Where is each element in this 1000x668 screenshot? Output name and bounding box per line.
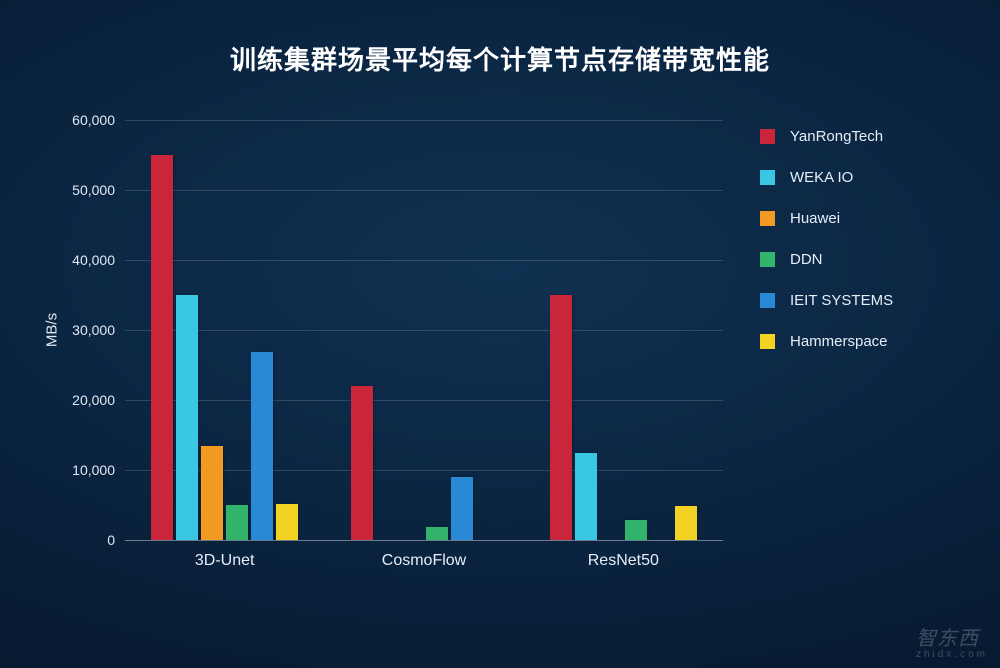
bar: [151, 155, 173, 540]
x-tick-label: 3D-Unet: [195, 552, 255, 570]
chart-plot-area: 010,00020,00030,00040,00050,00060,000 MB…: [125, 120, 723, 540]
grid-line: [125, 330, 723, 331]
y-tick-label: 50,000: [55, 182, 115, 198]
legend-item: YanRongTech: [760, 128, 893, 145]
bar: [451, 477, 473, 540]
legend-label: DDN: [790, 251, 823, 268]
y-tick-label: 60,000: [55, 112, 115, 128]
legend-label: WEKA IO: [790, 169, 853, 186]
bar: [201, 446, 223, 541]
y-tick-label: 0: [55, 532, 115, 548]
bar: [251, 352, 273, 540]
bar: [226, 505, 248, 540]
bar: [176, 295, 198, 540]
y-tick-label: 20,000: [55, 392, 115, 408]
legend-swatch: [760, 211, 775, 226]
legend-swatch: [760, 334, 775, 349]
y-axis-label: MB/s: [44, 313, 61, 347]
y-tick-label: 30,000: [55, 322, 115, 338]
grid-line: [125, 190, 723, 191]
bar: [426, 527, 448, 540]
legend-label: Huawei: [790, 210, 840, 227]
legend-swatch: [760, 170, 775, 185]
bar: [550, 295, 572, 540]
legend-swatch: [760, 252, 775, 267]
legend-swatch: [760, 129, 775, 144]
legend-item: Hammerspace: [760, 333, 893, 350]
bar: [575, 453, 597, 541]
bar: [276, 504, 298, 540]
bar: [675, 506, 697, 540]
y-tick-label: 40,000: [55, 252, 115, 268]
legend-label: IEIT SYSTEMS: [790, 292, 893, 309]
legend-item: WEKA IO: [760, 169, 893, 186]
bar: [351, 386, 373, 540]
watermark-sub: zhidx.com: [916, 649, 988, 660]
watermark: 智东西 zhidx.com: [916, 622, 988, 660]
legend-label: YanRongTech: [790, 128, 883, 145]
bar: [625, 520, 647, 540]
legend-label: Hammerspace: [790, 333, 888, 350]
legend-swatch: [760, 293, 775, 308]
legend-item: IEIT SYSTEMS: [760, 292, 893, 309]
grid-line: [125, 260, 723, 261]
watermark-main: 智东西: [916, 628, 979, 650]
legend-item: DDN: [760, 251, 893, 268]
legend-item: Huawei: [760, 210, 893, 227]
legend: YanRongTech WEKA IO Huawei DDN IEIT SYSTEMS H…: [760, 128, 893, 374]
grid-line: [125, 400, 723, 401]
grid-line: [125, 120, 723, 121]
x-tick-label: ResNet50: [588, 552, 659, 570]
x-tick-label: CosmoFlow: [382, 552, 466, 570]
x-axis-line: [125, 540, 723, 541]
y-tick-label: 10,000: [55, 462, 115, 478]
chart-title: 训练集群场景平均每个计算节点存储带宽性能: [0, 0, 1000, 77]
